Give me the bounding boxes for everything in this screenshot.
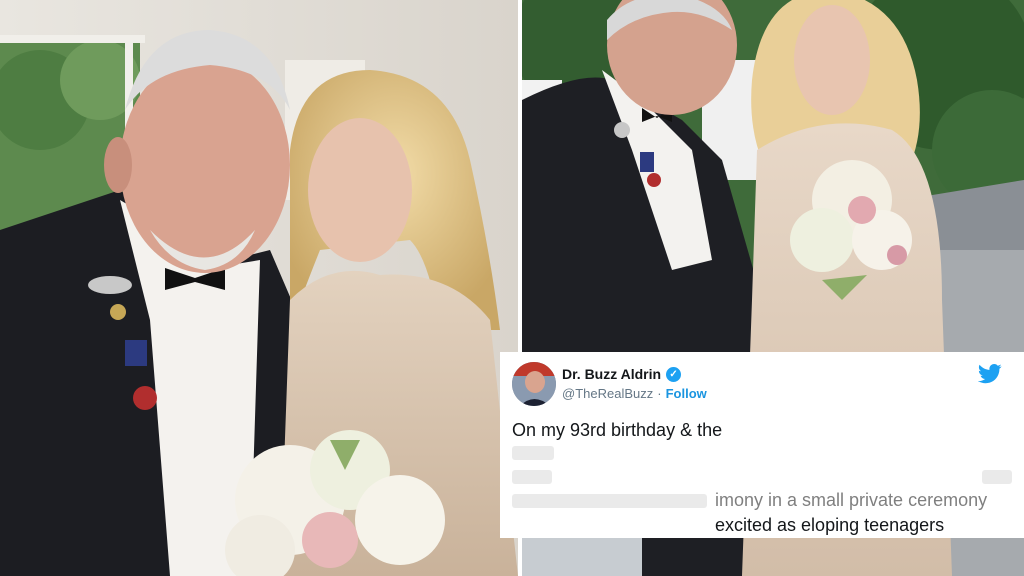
obscured-text-line-2 [512,446,554,460]
wedding-photo-left-image [0,0,518,576]
wedding-photo-left [0,0,518,576]
avatar[interactable] [512,362,556,406]
tweet-body: On my 93rd birthday & the imony in a sma… [512,418,1017,538]
obscured-text-line-3-tail [982,470,1012,484]
handle[interactable]: @TheRealBuzz [562,386,653,401]
tweet-header: Dr. Buzz Aldrin ✓ @TheRealBuzz · Follow [512,360,1012,406]
avatar-image [512,362,556,406]
verified-badge-icon: ✓ [666,366,682,382]
tweet-text-line-4-fragment: imony in a small private ceremony [715,490,988,510]
separator-dot: · [657,386,662,401]
tweet-card[interactable]: Dr. Buzz Aldrin ✓ @TheRealBuzz · Follow … [500,352,1024,538]
name-row: Dr. Buzz Aldrin ✓ [562,366,682,382]
tweet-text-line-1: On my 93rd birthday & the [512,420,723,440]
tweet-text-line-5: excited as eloping teenagers [715,515,945,535]
handle-row: @TheRealBuzz · Follow [562,386,707,401]
display-name[interactable]: Dr. Buzz Aldrin [562,366,661,382]
follow-button[interactable]: Follow [666,386,707,401]
obscured-text-line-4 [512,494,707,508]
twitter-bird-icon[interactable] [978,364,1002,384]
obscured-text-line-3 [512,470,552,484]
